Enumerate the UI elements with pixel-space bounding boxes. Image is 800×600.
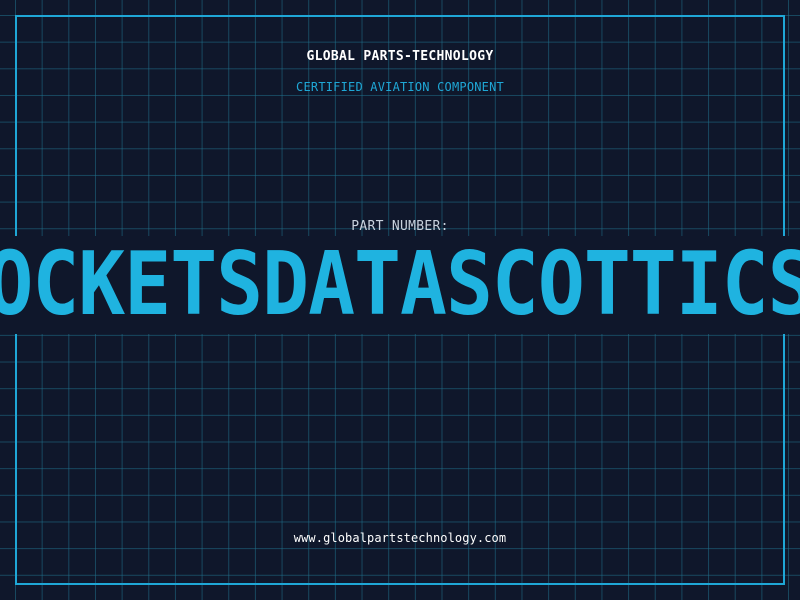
part-number-value: OCKETSDATASCOTTICS xyxy=(0,236,800,334)
part-number-band: OCKETSDATASCOTTICS xyxy=(0,236,800,334)
part-number-label: PART NUMBER: xyxy=(351,219,449,234)
website-url: www.globalpartstechnology.com xyxy=(293,531,507,545)
certification-subtitle: CERTIFIED AVIATION COMPONENT xyxy=(296,80,504,94)
company-name: GLOBAL PARTS-TECHNOLOGY xyxy=(306,49,494,64)
